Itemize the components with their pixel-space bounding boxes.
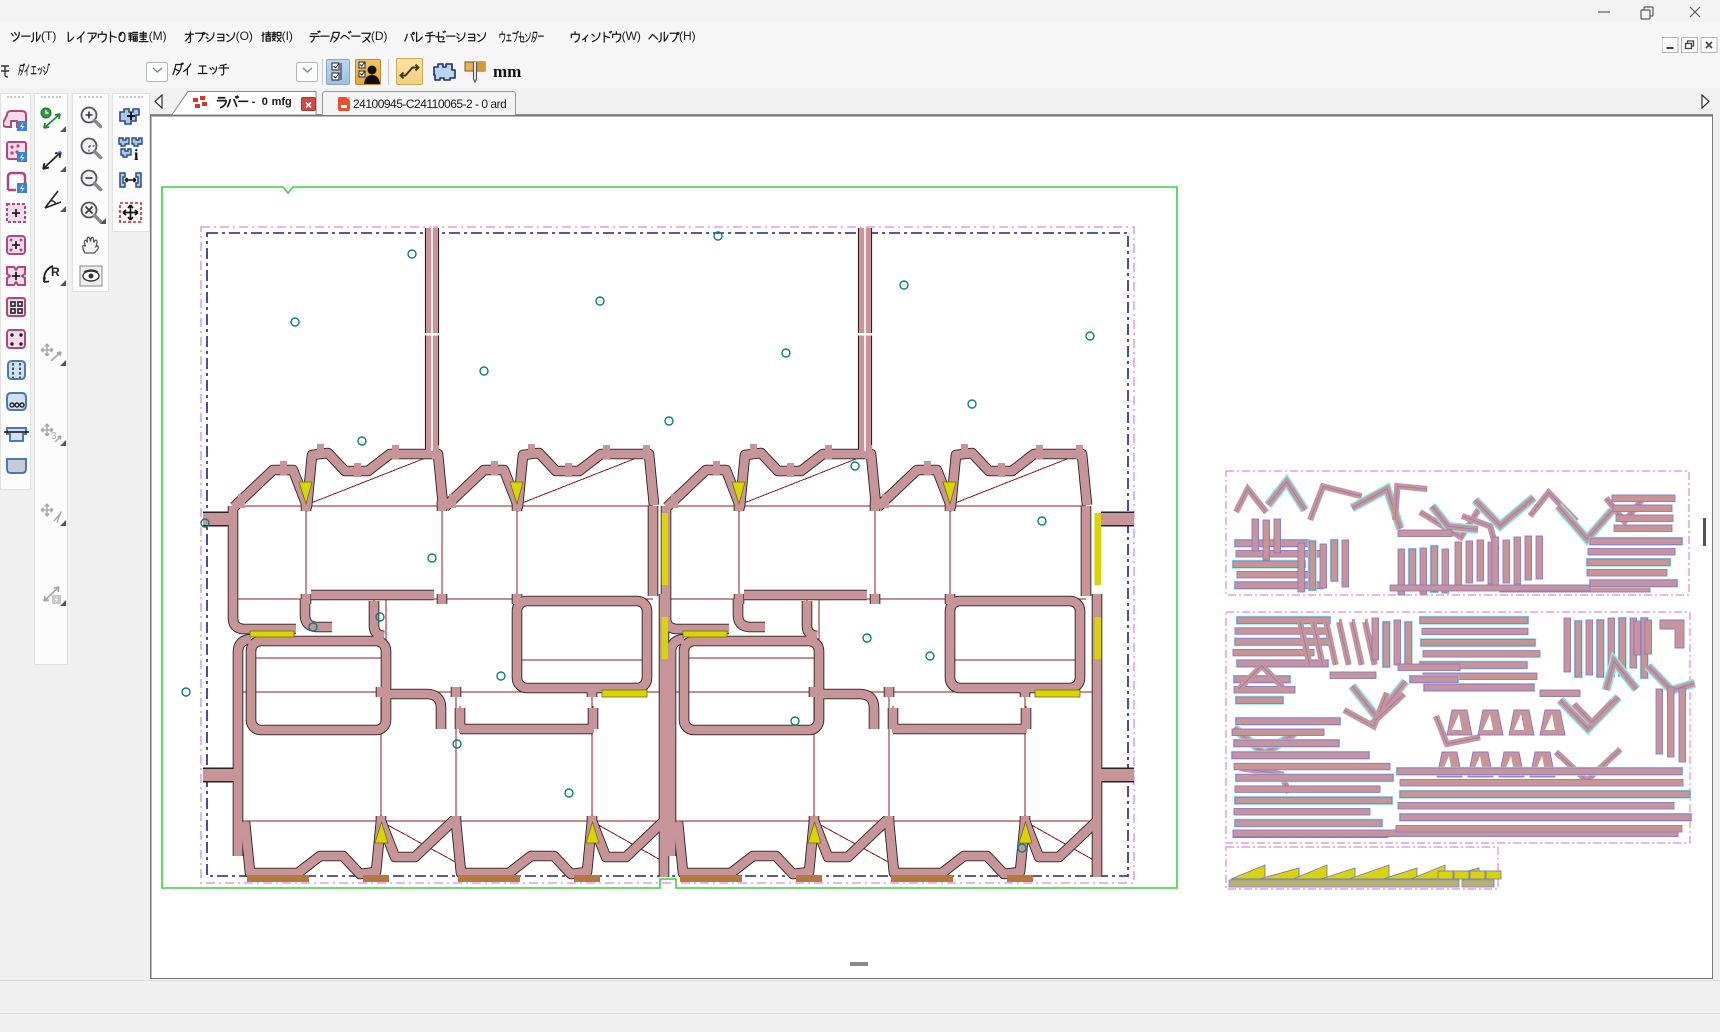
svg-text:(H): (H) bbox=[679, 29, 696, 43]
svg-text:i: i bbox=[134, 147, 139, 163]
svg-text:(O): (O) bbox=[236, 29, 253, 43]
svg-text:(I): (I) bbox=[282, 29, 293, 43]
svg-text:(T): (T) bbox=[41, 29, 56, 43]
svg-text:R: R bbox=[51, 265, 60, 279]
svg-text:(W): (W) bbox=[622, 29, 641, 43]
svg-text:(M): (M) bbox=[149, 29, 167, 43]
svg-text:mfg: mfg bbox=[272, 96, 292, 108]
svg-text:0: 0 bbox=[262, 96, 268, 108]
svg-text:-: - bbox=[252, 96, 256, 108]
svg-text:(D): (D) bbox=[371, 29, 388, 43]
